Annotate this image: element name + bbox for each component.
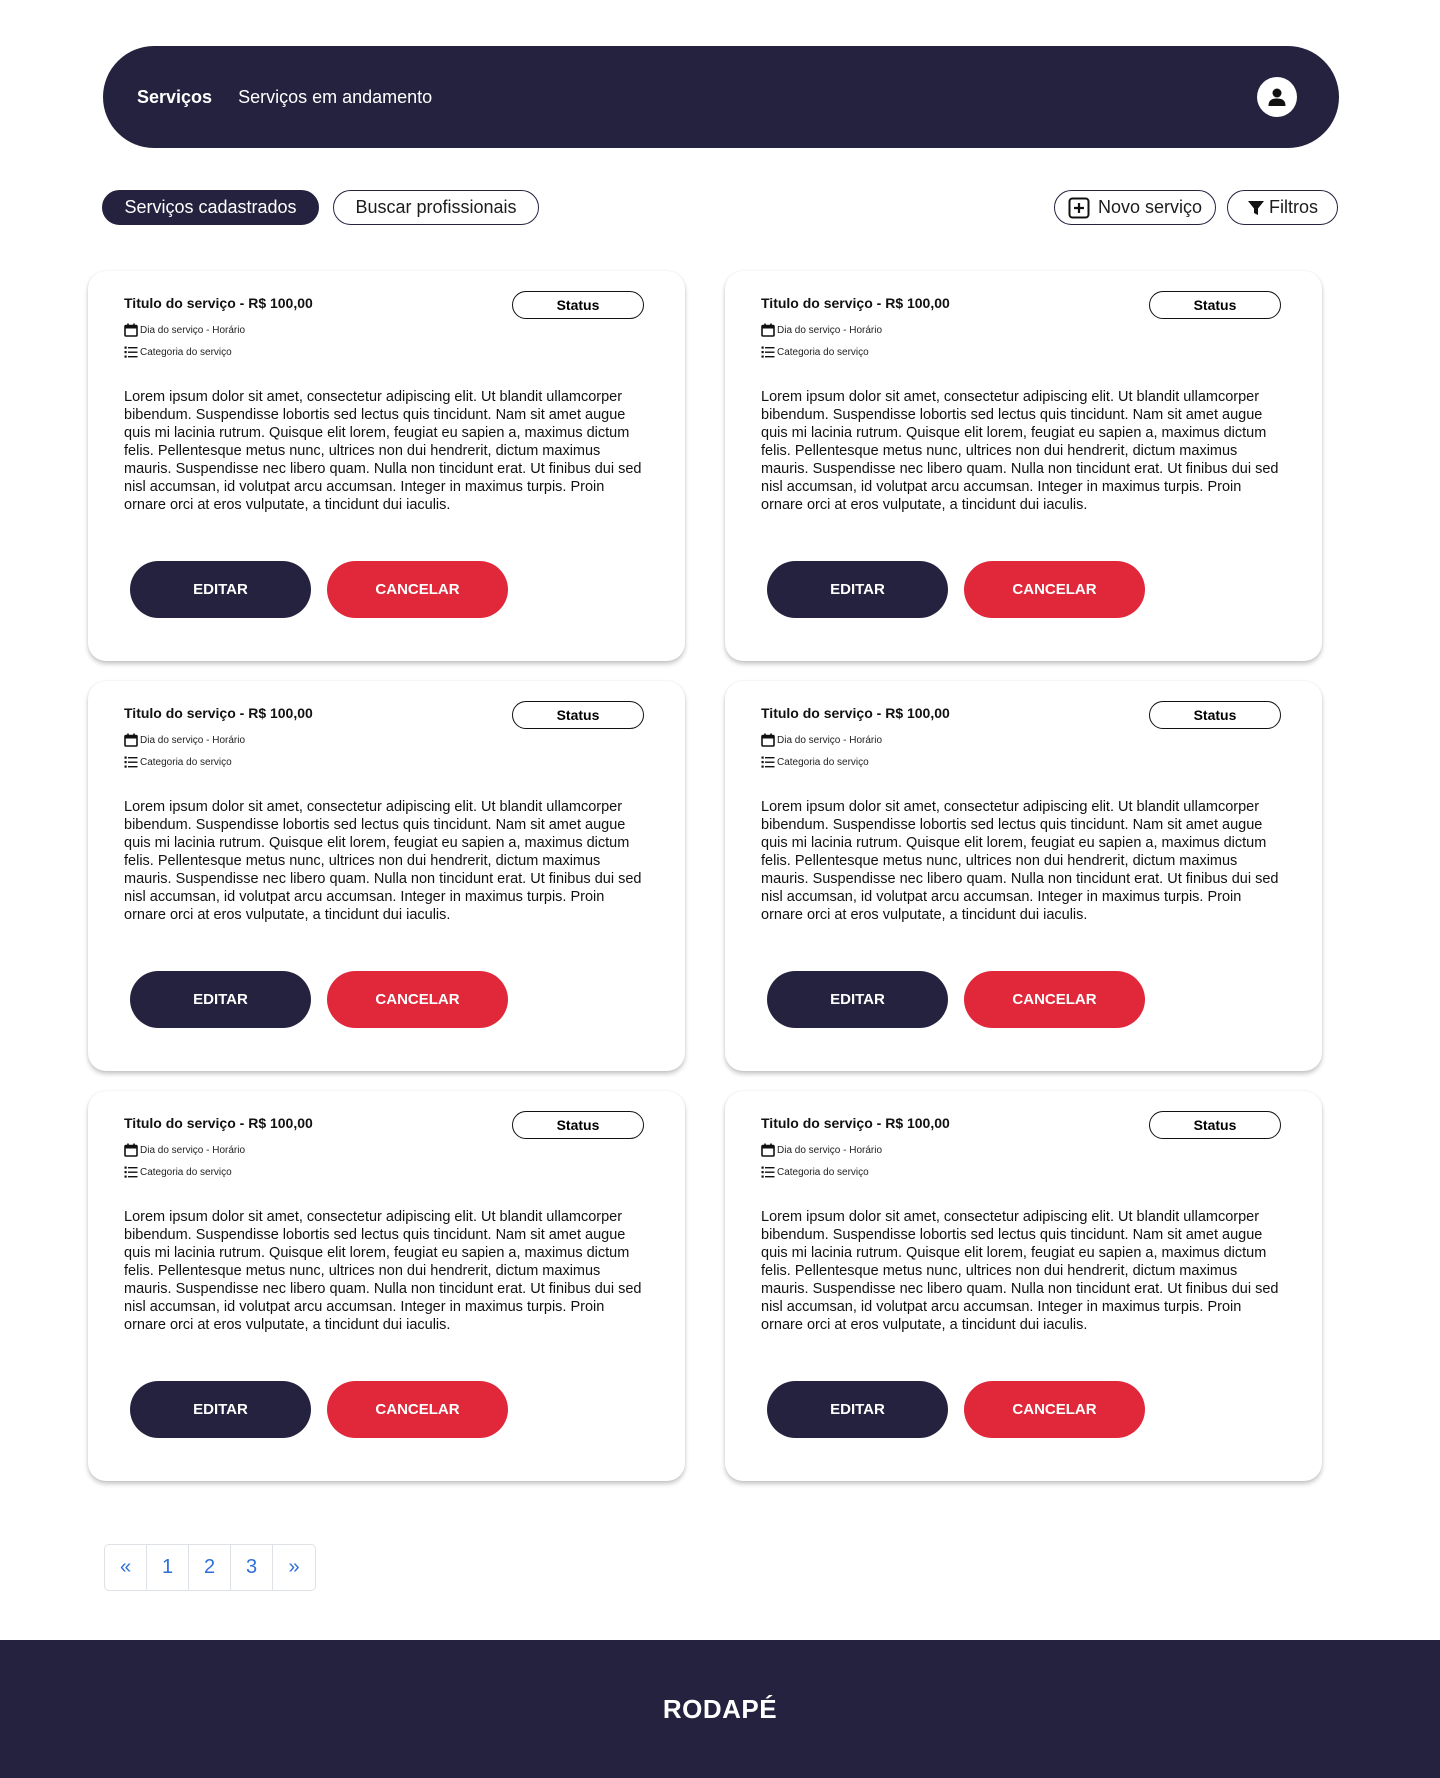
service-date-text: Dia do serviço - Horário [777,1144,883,1156]
service-date-text: Dia do serviço - Horário [140,1144,246,1156]
service-date-text: Dia do serviço - Horário [777,324,883,336]
service-category: Categoria do serviço [761,755,869,769]
service-card: Titulo do serviço - R$ 100,00 Status Dia… [725,681,1322,1071]
service-card: Titulo do serviço - R$ 100,00 Status Dia… [88,1091,685,1481]
calendar-icon [124,733,138,747]
service-title: Titulo do serviço - R$ 100,00 [761,1115,950,1131]
filter-icon [1247,199,1265,217]
edit-button[interactable]: EDITAR [130,561,311,618]
calendar-icon [761,323,775,337]
pagination: « 1 2 3 » [104,1544,316,1591]
service-description: Lorem ipsum dolor sit amet, consectetur … [761,389,1279,513]
tab-find-professionals[interactable]: Buscar profissionais [333,190,539,225]
status-badge: Status [1149,701,1281,729]
service-category: Categoria do serviço [124,1165,232,1179]
footer-text: RODAPÉ [662,1693,778,1724]
service-date-text: Dia do serviço - Horário [140,734,246,746]
new-service-button[interactable]: Novo serviço [1054,190,1216,225]
service-date: Dia do serviço - Horário [761,733,882,747]
service-category-text: Categoria do serviço [777,346,869,358]
service-card: Titulo do serviço - R$ 100,00 Status Dia… [88,271,685,661]
top-navbar: Serviços Serviços em andamento [103,46,1339,148]
service-title: Titulo do serviço - R$ 100,00 [761,705,950,721]
service-card: Titulo do serviço - R$ 100,00 Status Dia… [725,271,1322,661]
service-category-text: Categoria do serviço [777,1166,869,1178]
service-category: Categoria do serviço [761,345,869,359]
service-card: Titulo do serviço - R$ 100,00 Status Dia… [88,681,685,1071]
service-category: Categoria do serviço [761,1165,869,1179]
new-service-label: Novo serviço [1097,197,1203,217]
calendar-icon [124,323,138,337]
status-badge: Status [1149,291,1281,319]
cancel-button[interactable]: CANCELAR [327,971,508,1028]
service-description: Lorem ipsum dolor sit amet, consectetur … [761,1209,1279,1333]
pagination-page-1[interactable]: 1 [147,1545,189,1590]
edit-button[interactable]: EDITAR [130,1381,311,1438]
service-description: Lorem ipsum dolor sit amet, consectetur … [124,389,642,513]
pagination-page-2[interactable]: 2 [189,1545,231,1590]
service-date: Dia do serviço - Horário [124,1143,245,1157]
pagination-page-3[interactable]: 3 [231,1545,273,1590]
filters-label: Filtros [1269,197,1318,217]
cancel-button[interactable]: CANCELAR [964,1381,1145,1438]
cancel-button[interactable]: CANCELAR [327,561,508,618]
service-description: Lorem ipsum dolor sit amet, consectetur … [124,1209,642,1333]
cancel-button[interactable]: CANCELAR [964,561,1145,618]
service-category-text: Categoria do serviço [140,1166,232,1178]
edit-button[interactable]: EDITAR [767,971,948,1028]
pagination-next[interactable]: » [273,1545,315,1590]
service-date-text: Dia do serviço - Horário [140,324,246,336]
list-icon [124,755,138,769]
service-title: Titulo do serviço - R$ 100,00 [761,295,950,311]
edit-button[interactable]: EDITAR [130,971,311,1028]
filters-button[interactable]: Filtros [1227,190,1338,225]
status-badge: Status [1149,1111,1281,1139]
service-date: Dia do serviço - Horário [761,1143,882,1157]
user-avatar-icon[interactable] [1257,77,1297,117]
edit-button[interactable]: EDITAR [767,561,948,618]
list-icon [761,755,775,769]
footer: RODAPÉ [0,1640,1440,1778]
service-card: Titulo do serviço - R$ 100,00 Status Dia… [725,1091,1322,1481]
nav-link-services-in-progress[interactable]: Serviços em andamento [238,87,432,108]
edit-button[interactable]: EDITAR [767,1381,948,1438]
service-description: Lorem ipsum dolor sit amet, consectetur … [761,799,1279,923]
calendar-icon [124,1143,138,1157]
service-date-text: Dia do serviço - Horário [777,734,883,746]
service-date: Dia do serviço - Horário [124,733,245,747]
nav-link-services[interactable]: Serviços [137,87,212,108]
calendar-icon [761,733,775,747]
service-title: Titulo do serviço - R$ 100,00 [124,1115,313,1131]
service-category-text: Categoria do serviço [140,346,232,358]
cancel-button[interactable]: CANCELAR [964,971,1145,1028]
plus-square-icon [1068,197,1090,219]
list-icon [761,345,775,359]
service-date: Dia do serviço - Horário [761,323,882,337]
service-category-text: Categoria do serviço [777,756,869,768]
status-badge: Status [512,291,644,319]
list-icon [761,1165,775,1179]
list-icon [124,345,138,359]
service-category-text: Categoria do serviço [140,756,232,768]
status-badge: Status [512,1111,644,1139]
tab-registered-services[interactable]: Serviços cadastrados [102,190,319,225]
list-icon [124,1165,138,1179]
service-category: Categoria do serviço [124,345,232,359]
status-badge: Status [512,701,644,729]
service-title: Titulo do serviço - R$ 100,00 [124,705,313,721]
calendar-icon [761,1143,775,1157]
cancel-button[interactable]: CANCELAR [327,1381,508,1438]
service-category: Categoria do serviço [124,755,232,769]
service-date: Dia do serviço - Horário [124,323,245,337]
service-title: Titulo do serviço - R$ 100,00 [124,295,313,311]
pagination-prev[interactable]: « [105,1545,147,1590]
service-description: Lorem ipsum dolor sit amet, consectetur … [124,799,642,923]
